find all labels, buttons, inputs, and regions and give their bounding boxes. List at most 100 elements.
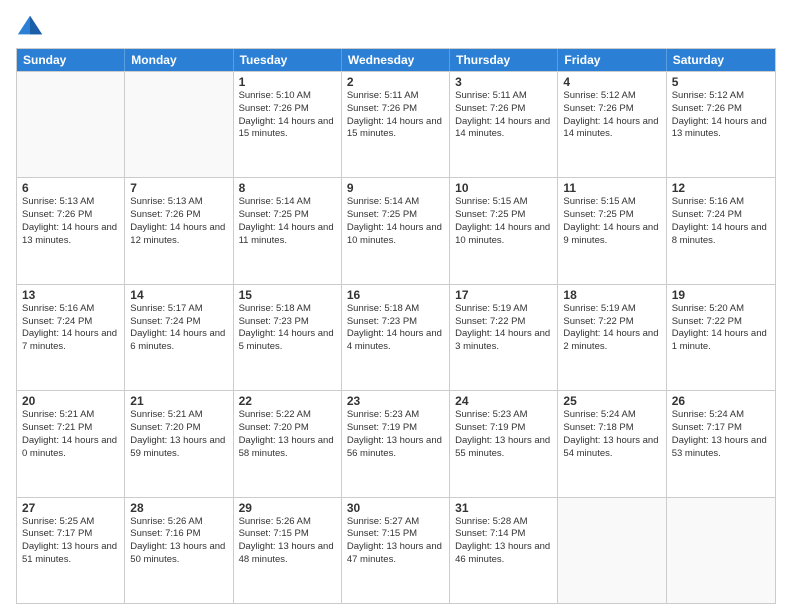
- header-day-sunday: Sunday: [17, 49, 125, 71]
- calendar-cell: 27Sunrise: 5:25 AM Sunset: 7:17 PM Dayli…: [17, 498, 125, 603]
- calendar-row-1: 1Sunrise: 5:10 AM Sunset: 7:26 PM Daylig…: [17, 71, 775, 177]
- day-number: 6: [22, 181, 119, 195]
- calendar: SundayMondayTuesdayWednesdayThursdayFrid…: [16, 48, 776, 604]
- calendar-cell: 28Sunrise: 5:26 AM Sunset: 7:16 PM Dayli…: [125, 498, 233, 603]
- header-day-monday: Monday: [125, 49, 233, 71]
- calendar-cell: 11Sunrise: 5:15 AM Sunset: 7:25 PM Dayli…: [558, 178, 666, 283]
- day-number: 29: [239, 501, 336, 515]
- calendar-cell: 17Sunrise: 5:19 AM Sunset: 7:22 PM Dayli…: [450, 285, 558, 390]
- calendar-cell: 23Sunrise: 5:23 AM Sunset: 7:19 PM Dayli…: [342, 391, 450, 496]
- calendar-cell: 26Sunrise: 5:24 AM Sunset: 7:17 PM Dayli…: [667, 391, 775, 496]
- day-info: Sunrise: 5:10 AM Sunset: 7:26 PM Dayligh…: [239, 90, 336, 141]
- day-number: 1: [239, 75, 336, 89]
- day-number: 15: [239, 288, 336, 302]
- day-info: Sunrise: 5:15 AM Sunset: 7:25 PM Dayligh…: [455, 196, 552, 247]
- day-number: 7: [130, 181, 227, 195]
- day-info: Sunrise: 5:18 AM Sunset: 7:23 PM Dayligh…: [239, 303, 336, 354]
- day-number: 19: [672, 288, 770, 302]
- day-number: 5: [672, 75, 770, 89]
- calendar-cell: 20Sunrise: 5:21 AM Sunset: 7:21 PM Dayli…: [17, 391, 125, 496]
- calendar-cell: 30Sunrise: 5:27 AM Sunset: 7:15 PM Dayli…: [342, 498, 450, 603]
- day-number: 21: [130, 394, 227, 408]
- day-info: Sunrise: 5:26 AM Sunset: 7:15 PM Dayligh…: [239, 516, 336, 567]
- day-info: Sunrise: 5:21 AM Sunset: 7:20 PM Dayligh…: [130, 409, 227, 460]
- calendar-cell: 16Sunrise: 5:18 AM Sunset: 7:23 PM Dayli…: [342, 285, 450, 390]
- day-info: Sunrise: 5:23 AM Sunset: 7:19 PM Dayligh…: [347, 409, 444, 460]
- calendar-cell: 9Sunrise: 5:14 AM Sunset: 7:25 PM Daylig…: [342, 178, 450, 283]
- day-number: 11: [563, 181, 660, 195]
- day-info: Sunrise: 5:27 AM Sunset: 7:15 PM Dayligh…: [347, 516, 444, 567]
- day-info: Sunrise: 5:16 AM Sunset: 7:24 PM Dayligh…: [22, 303, 119, 354]
- day-info: Sunrise: 5:20 AM Sunset: 7:22 PM Dayligh…: [672, 303, 770, 354]
- calendar-cell: 12Sunrise: 5:16 AM Sunset: 7:24 PM Dayli…: [667, 178, 775, 283]
- day-info: Sunrise: 5:12 AM Sunset: 7:26 PM Dayligh…: [563, 90, 660, 141]
- calendar-cell: 15Sunrise: 5:18 AM Sunset: 7:23 PM Dayli…: [234, 285, 342, 390]
- calendar-cell: [558, 498, 666, 603]
- day-number: 17: [455, 288, 552, 302]
- calendar-cell: 5Sunrise: 5:12 AM Sunset: 7:26 PM Daylig…: [667, 72, 775, 177]
- day-number: 8: [239, 181, 336, 195]
- calendar-cell: [125, 72, 233, 177]
- day-info: Sunrise: 5:26 AM Sunset: 7:16 PM Dayligh…: [130, 516, 227, 567]
- calendar-cell: 14Sunrise: 5:17 AM Sunset: 7:24 PM Dayli…: [125, 285, 233, 390]
- day-number: 16: [347, 288, 444, 302]
- day-number: 30: [347, 501, 444, 515]
- calendar-cell: 10Sunrise: 5:15 AM Sunset: 7:25 PM Dayli…: [450, 178, 558, 283]
- day-number: 10: [455, 181, 552, 195]
- calendar-cell: 6Sunrise: 5:13 AM Sunset: 7:26 PM Daylig…: [17, 178, 125, 283]
- calendar-cell: 25Sunrise: 5:24 AM Sunset: 7:18 PM Dayli…: [558, 391, 666, 496]
- calendar-cell: 7Sunrise: 5:13 AM Sunset: 7:26 PM Daylig…: [125, 178, 233, 283]
- day-number: 12: [672, 181, 770, 195]
- day-info: Sunrise: 5:19 AM Sunset: 7:22 PM Dayligh…: [455, 303, 552, 354]
- header-day-saturday: Saturday: [667, 49, 775, 71]
- day-number: 24: [455, 394, 552, 408]
- calendar-cell: [17, 72, 125, 177]
- day-number: 2: [347, 75, 444, 89]
- calendar-row-4: 20Sunrise: 5:21 AM Sunset: 7:21 PM Dayli…: [17, 390, 775, 496]
- day-info: Sunrise: 5:14 AM Sunset: 7:25 PM Dayligh…: [347, 196, 444, 247]
- day-info: Sunrise: 5:11 AM Sunset: 7:26 PM Dayligh…: [347, 90, 444, 141]
- calendar-row-2: 6Sunrise: 5:13 AM Sunset: 7:26 PM Daylig…: [17, 177, 775, 283]
- day-info: Sunrise: 5:25 AM Sunset: 7:17 PM Dayligh…: [22, 516, 119, 567]
- calendar-cell: 1Sunrise: 5:10 AM Sunset: 7:26 PM Daylig…: [234, 72, 342, 177]
- day-info: Sunrise: 5:11 AM Sunset: 7:26 PM Dayligh…: [455, 90, 552, 141]
- calendar-cell: 22Sunrise: 5:22 AM Sunset: 7:20 PM Dayli…: [234, 391, 342, 496]
- calendar-cell: 4Sunrise: 5:12 AM Sunset: 7:26 PM Daylig…: [558, 72, 666, 177]
- calendar-cell: 21Sunrise: 5:21 AM Sunset: 7:20 PM Dayli…: [125, 391, 233, 496]
- calendar-cell: 29Sunrise: 5:26 AM Sunset: 7:15 PM Dayli…: [234, 498, 342, 603]
- calendar-row-3: 13Sunrise: 5:16 AM Sunset: 7:24 PM Dayli…: [17, 284, 775, 390]
- day-number: 20: [22, 394, 119, 408]
- day-info: Sunrise: 5:15 AM Sunset: 7:25 PM Dayligh…: [563, 196, 660, 247]
- calendar-cell: 31Sunrise: 5:28 AM Sunset: 7:14 PM Dayli…: [450, 498, 558, 603]
- calendar-cell: [667, 498, 775, 603]
- header-day-wednesday: Wednesday: [342, 49, 450, 71]
- day-info: Sunrise: 5:17 AM Sunset: 7:24 PM Dayligh…: [130, 303, 227, 354]
- day-number: 18: [563, 288, 660, 302]
- calendar-cell: 2Sunrise: 5:11 AM Sunset: 7:26 PM Daylig…: [342, 72, 450, 177]
- day-info: Sunrise: 5:24 AM Sunset: 7:17 PM Dayligh…: [672, 409, 770, 460]
- logo: [16, 12, 48, 40]
- day-info: Sunrise: 5:14 AM Sunset: 7:25 PM Dayligh…: [239, 196, 336, 247]
- day-info: Sunrise: 5:18 AM Sunset: 7:23 PM Dayligh…: [347, 303, 444, 354]
- day-number: 13: [22, 288, 119, 302]
- calendar-cell: 13Sunrise: 5:16 AM Sunset: 7:24 PM Dayli…: [17, 285, 125, 390]
- day-number: 23: [347, 394, 444, 408]
- header-day-thursday: Thursday: [450, 49, 558, 71]
- calendar-cell: 18Sunrise: 5:19 AM Sunset: 7:22 PM Dayli…: [558, 285, 666, 390]
- calendar-cell: 24Sunrise: 5:23 AM Sunset: 7:19 PM Dayli…: [450, 391, 558, 496]
- day-number: 14: [130, 288, 227, 302]
- day-info: Sunrise: 5:22 AM Sunset: 7:20 PM Dayligh…: [239, 409, 336, 460]
- day-number: 27: [22, 501, 119, 515]
- header: [16, 12, 776, 40]
- day-info: Sunrise: 5:16 AM Sunset: 7:24 PM Dayligh…: [672, 196, 770, 247]
- page: SundayMondayTuesdayWednesdayThursdayFrid…: [0, 0, 792, 612]
- day-number: 9: [347, 181, 444, 195]
- day-number: 22: [239, 394, 336, 408]
- day-info: Sunrise: 5:13 AM Sunset: 7:26 PM Dayligh…: [22, 196, 119, 247]
- day-info: Sunrise: 5:28 AM Sunset: 7:14 PM Dayligh…: [455, 516, 552, 567]
- day-info: Sunrise: 5:23 AM Sunset: 7:19 PM Dayligh…: [455, 409, 552, 460]
- calendar-cell: 19Sunrise: 5:20 AM Sunset: 7:22 PM Dayli…: [667, 285, 775, 390]
- day-info: Sunrise: 5:13 AM Sunset: 7:26 PM Dayligh…: [130, 196, 227, 247]
- day-number: 28: [130, 501, 227, 515]
- day-info: Sunrise: 5:19 AM Sunset: 7:22 PM Dayligh…: [563, 303, 660, 354]
